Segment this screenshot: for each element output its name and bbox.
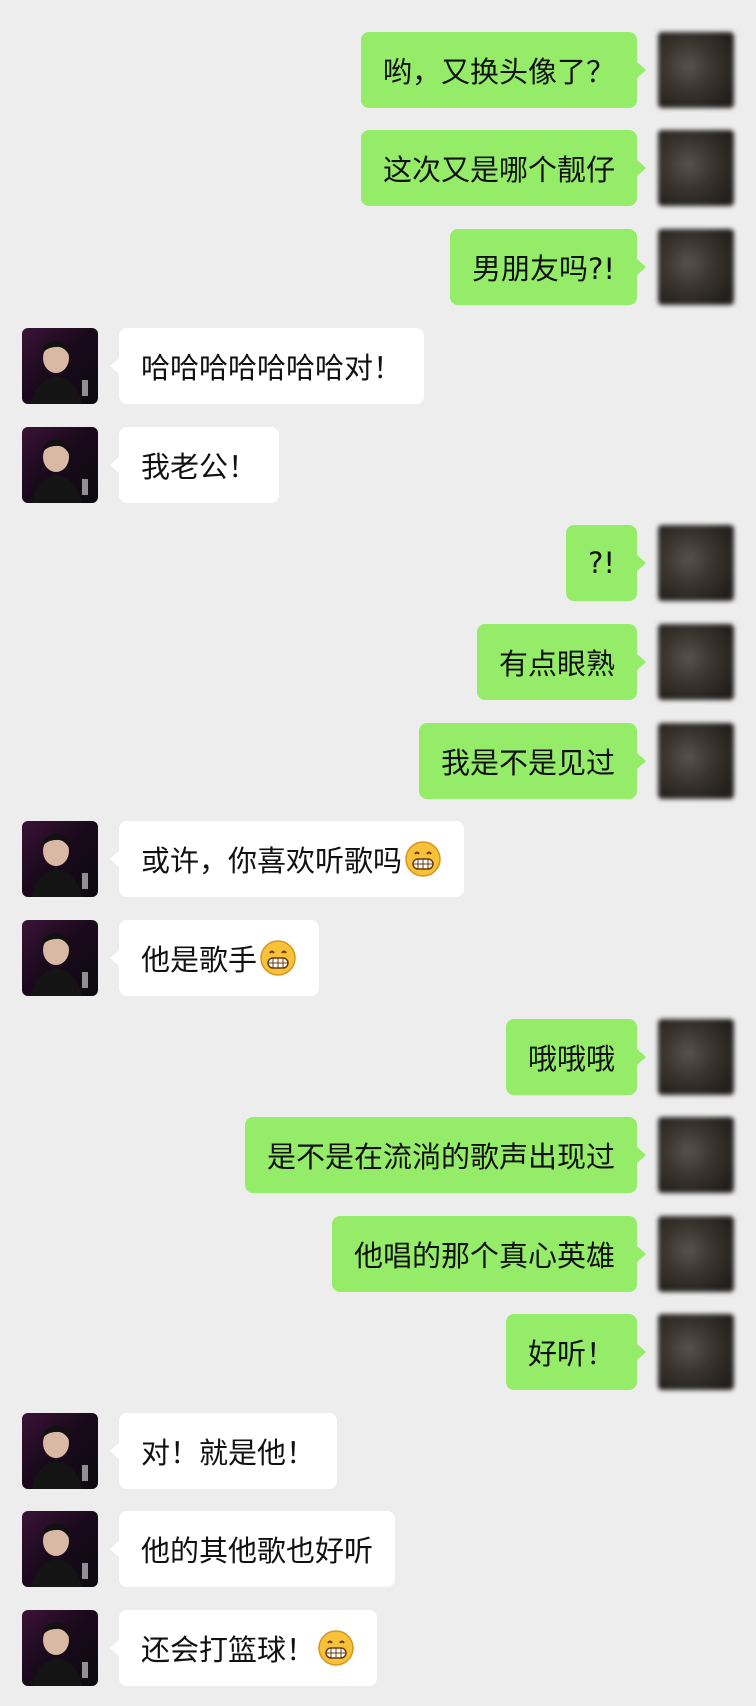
message-row: 还会打篮球！ [0, 1610, 756, 1686]
message-row: 哦哦哦 [0, 1019, 756, 1095]
grinning-face-emoji-icon [404, 840, 442, 878]
message-bubble-outgoing[interactable]: 男朋友吗?! [449, 229, 647, 305]
singer-portrait-avatar-icon [32, 1622, 88, 1686]
message-text: 是不是在流淌的歌声出现过 [266, 1140, 615, 1174]
message-text: 他的其他歌也好听 [141, 1534, 374, 1568]
message-row: 他唱的那个真心英雄 [0, 1216, 756, 1292]
singer-portrait-avatar-icon [32, 1425, 88, 1489]
singer-portrait-avatar-icon [32, 439, 88, 503]
contact-avatar[interactable] [22, 1610, 98, 1686]
message-bubble-outgoing[interactable]: 哟，又换头像了？ [360, 32, 647, 108]
grinning-face-emoji-icon [317, 1629, 355, 1667]
contact-avatar[interactable] [22, 427, 98, 503]
self-avatar[interactable] [658, 130, 734, 206]
message-row: 哈哈哈哈哈哈哈对！ [0, 328, 756, 404]
message-text: 这次又是哪个靓仔 [382, 153, 615, 187]
self-avatar[interactable] [658, 229, 734, 305]
message-row: 哟，又换头像了？ [0, 32, 756, 108]
self-avatar[interactable] [658, 1117, 734, 1193]
message-row: 我老公！ [0, 427, 756, 503]
contact-avatar[interactable] [22, 1413, 98, 1489]
message-text: 有点眼熟 [498, 647, 615, 681]
singer-portrait-avatar-icon [32, 340, 88, 404]
message-text: 好听！ [527, 1337, 615, 1371]
message-text: 哟，又换头像了？ [382, 55, 615, 89]
message-text: 或许，你喜欢听歌吗 [141, 844, 403, 878]
singer-portrait-avatar-icon [32, 1523, 88, 1587]
self-avatar[interactable] [658, 32, 734, 108]
message-row: 他是歌手 [0, 920, 756, 996]
message-bubble-incoming[interactable]: 我老公！ [109, 427, 280, 503]
message-text: 还会打篮球！ [141, 1633, 316, 1667]
message-text: 对！就是他！ [141, 1436, 316, 1470]
message-row: 有点眼熟 [0, 624, 756, 700]
message-row: 我是不是见过 [0, 723, 756, 799]
message-row: 好听！ [0, 1314, 756, 1390]
self-avatar[interactable] [658, 1314, 734, 1390]
message-text: 哦哦哦 [527, 1042, 615, 1076]
contact-avatar[interactable] [22, 328, 98, 404]
contact-avatar[interactable] [22, 1511, 98, 1587]
message-bubble-outgoing[interactable]: 他唱的那个真心英雄 [331, 1216, 647, 1292]
message-bubble-outgoing[interactable]: ?! [565, 525, 647, 601]
message-bubble-outgoing[interactable]: 好听！ [505, 1314, 647, 1390]
message-row: 对！就是他！ [0, 1413, 756, 1489]
chat-area[interactable]: 哟，又换头像了？ 这次又是哪个靓仔 男朋友吗?! 哈哈哈哈哈哈哈对！ 我老公！ … [0, 0, 756, 1706]
singer-portrait-avatar-icon [32, 932, 88, 996]
message-bubble-outgoing[interactable]: 有点眼熟 [476, 624, 647, 700]
message-row: 男朋友吗?! [0, 229, 756, 305]
self-avatar[interactable] [658, 525, 734, 601]
message-text: 我老公！ [141, 450, 258, 484]
message-bubble-incoming[interactable]: 还会打篮球！ [109, 1610, 378, 1686]
message-text: 他唱的那个真心英雄 [353, 1239, 615, 1273]
message-bubble-outgoing[interactable]: 这次又是哪个靓仔 [360, 130, 647, 206]
message-row: 这次又是哪个靓仔 [0, 130, 756, 206]
self-avatar[interactable] [658, 723, 734, 799]
message-row: 是不是在流淌的歌声出现过 [0, 1117, 756, 1193]
message-bubble-outgoing[interactable]: 是不是在流淌的歌声出现过 [244, 1117, 647, 1193]
grinning-face-emoji-icon [259, 939, 297, 977]
message-text: 哈哈哈哈哈哈哈对！ [141, 351, 403, 385]
message-row: 他的其他歌也好听 [0, 1511, 756, 1587]
message-bubble-incoming[interactable]: 他的其他歌也好听 [109, 1511, 396, 1587]
self-avatar[interactable] [658, 1216, 734, 1292]
contact-avatar[interactable] [22, 821, 98, 897]
message-bubble-outgoing[interactable]: 哦哦哦 [505, 1019, 647, 1095]
singer-portrait-avatar-icon [32, 833, 88, 897]
message-text: 他是歌手 [141, 943, 258, 977]
self-avatar[interactable] [658, 1019, 734, 1095]
message-row: 或许，你喜欢听歌吗 [0, 821, 756, 897]
message-bubble-outgoing[interactable]: 我是不是见过 [418, 723, 647, 799]
message-bubble-incoming[interactable]: 或许，你喜欢听歌吗 [109, 821, 465, 897]
message-text: 我是不是见过 [440, 746, 615, 780]
message-text: 男朋友吗?! [471, 252, 615, 286]
message-row: ?! [0, 525, 756, 601]
message-bubble-incoming[interactable]: 哈哈哈哈哈哈哈对！ [109, 328, 425, 404]
self-avatar[interactable] [658, 624, 734, 700]
message-text: ?! [587, 546, 615, 580]
message-bubble-incoming[interactable]: 他是歌手 [109, 920, 320, 996]
contact-avatar[interactable] [22, 920, 98, 996]
message-bubble-incoming[interactable]: 对！就是他！ [109, 1413, 338, 1489]
